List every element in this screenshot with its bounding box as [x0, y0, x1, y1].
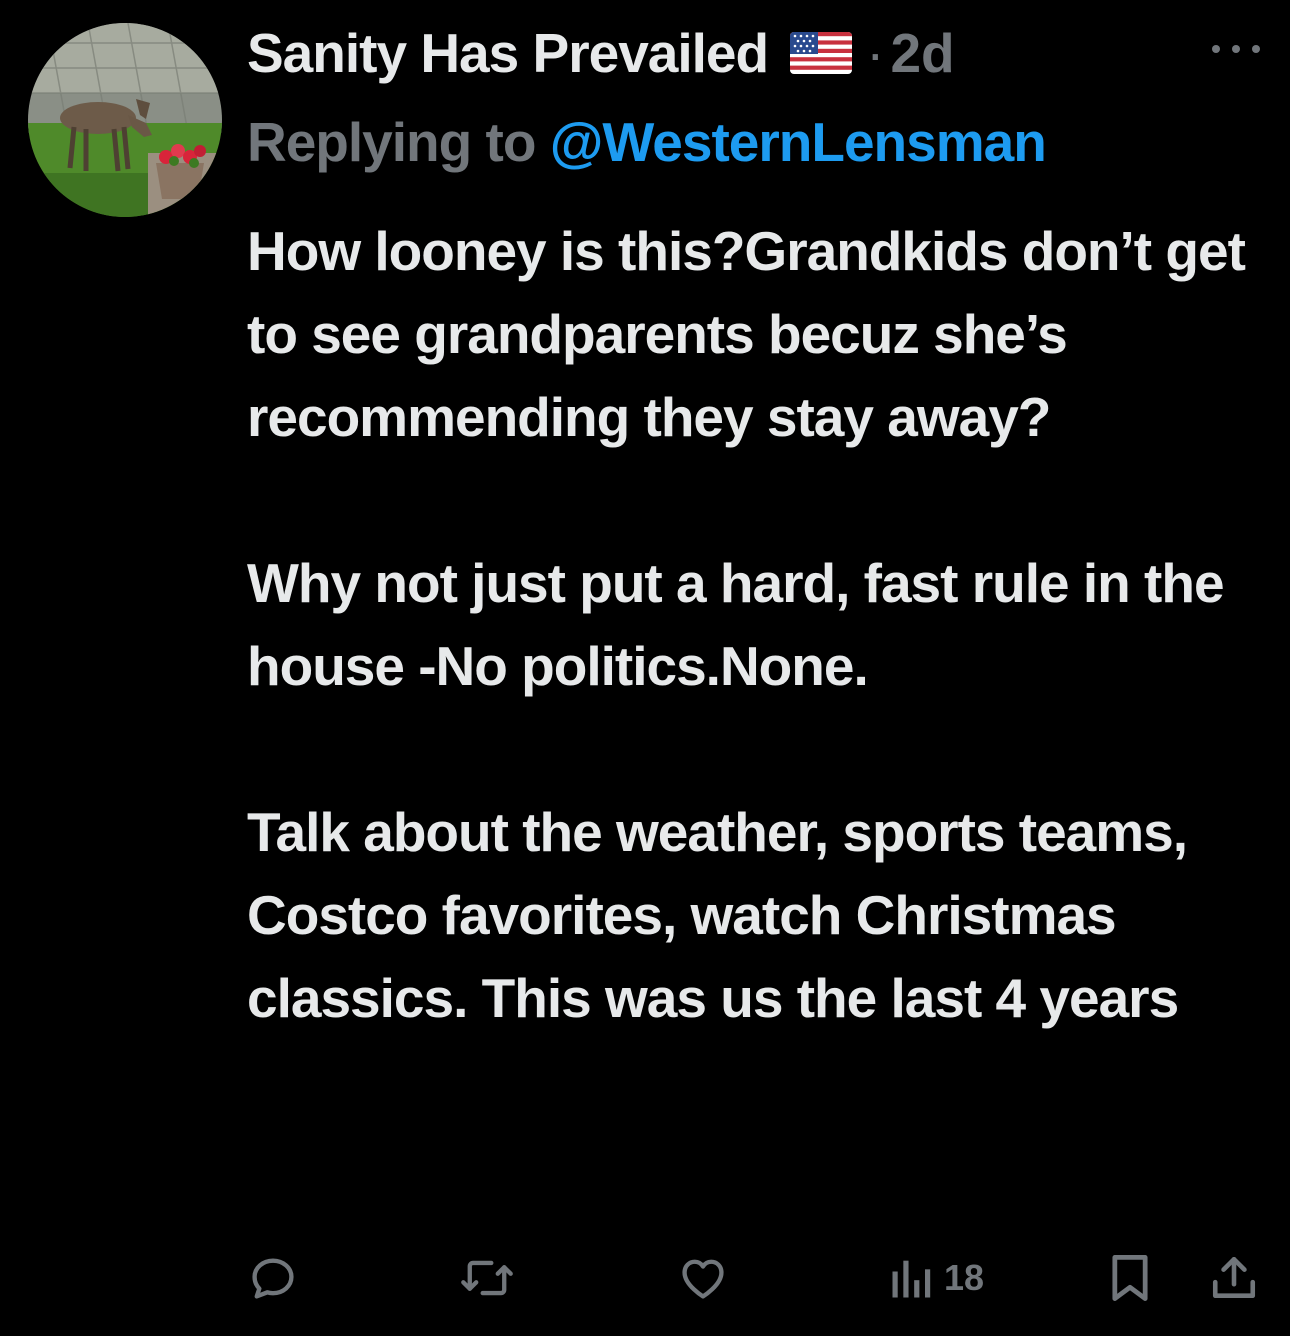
bookmark-icon [1107, 1252, 1153, 1304]
reply-button[interactable] [247, 1248, 299, 1308]
retweet-button[interactable] [459, 1248, 515, 1308]
retweet-icon [459, 1252, 515, 1304]
tweet-paragraph-1: How looney is this?Grandkids don’t get t… [247, 220, 1246, 448]
replying-to-label: Replying to [247, 111, 536, 173]
tweet: Sanity Has Prevailed · 2d Replying to @W… [0, 0, 1290, 1336]
tweet-text: How looney is this?Grandkids don’t get t… [247, 210, 1267, 1040]
like-button[interactable] [677, 1248, 729, 1308]
views-icon [890, 1252, 934, 1304]
timestamp[interactable]: 2d [890, 21, 954, 85]
action-bar: 18 [247, 1248, 1267, 1308]
share-icon [1209, 1252, 1259, 1304]
tweet-header: Sanity Has Prevailed · 2d [247, 18, 955, 88]
us-flag-icon [790, 32, 853, 74]
display-name[interactable]: Sanity Has Prevailed [247, 21, 769, 85]
tweet-paragraph-3: Talk about the weather, sports teams, Co… [247, 801, 1188, 1029]
views-count: 18 [944, 1257, 985, 1298]
like-icon [677, 1252, 729, 1304]
avatar[interactable] [28, 23, 222, 217]
tweet-paragraph-2: Why not just put a hard, fast rule in th… [247, 552, 1225, 697]
more-options-icon[interactable] [1212, 34, 1260, 64]
mention-link[interactable]: @WesternLensman [550, 111, 1047, 173]
bookmark-button[interactable] [1107, 1248, 1153, 1308]
separator-dot: · [866, 22, 885, 84]
reply-icon [247, 1252, 299, 1304]
share-button[interactable] [1209, 1248, 1259, 1308]
views-button[interactable]: 18 [890, 1248, 984, 1308]
replying-to: Replying to @WesternLensman [247, 110, 1047, 174]
